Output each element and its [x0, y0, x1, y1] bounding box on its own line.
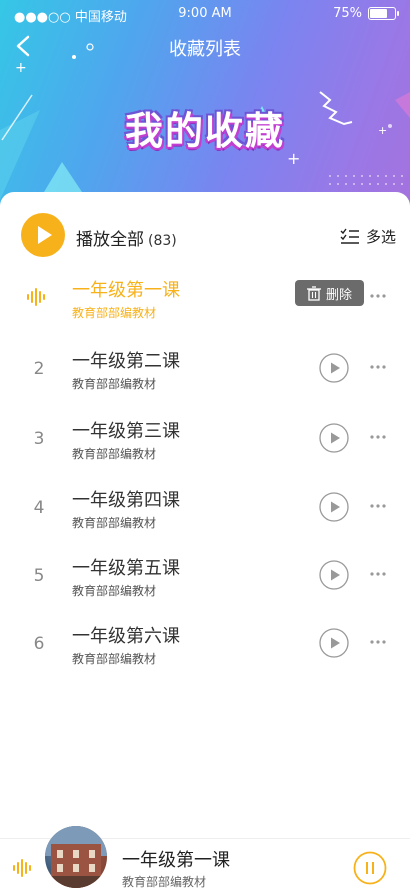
track-subtitle: 教育部部编教材 [72, 584, 157, 598]
delete-button[interactable]: 删除 [295, 280, 364, 306]
battery-percent: 75% [333, 6, 362, 21]
more-icon[interactable] [368, 564, 388, 584]
track-subtitle: 教育部部编教材 [72, 516, 157, 530]
track-number: 5 [33, 566, 45, 586]
banner-title: 我的收藏 [124, 109, 285, 153]
more-icon[interactable] [368, 632, 388, 652]
multi-select-label: 多选 [365, 228, 396, 246]
track-row[interactable]: 一年级第一课 教育部部编教材 删除 [0, 268, 410, 334]
header-banner: + + + ●●●○○ 中国移动 9:00 AM 75% 收藏列表 我的收藏 [0, 0, 410, 210]
track-subtitle: 教育部部编教材 [72, 306, 157, 320]
play-circle-icon[interactable] [319, 423, 349, 453]
track-number: 2 [33, 359, 45, 379]
track-title: 一年级第四课 [72, 490, 180, 511]
track-row[interactable]: 6 一年级第六课 教育部部编教材 [0, 614, 410, 680]
track-number: 3 [33, 429, 45, 449]
play-circle-icon[interactable] [319, 560, 349, 590]
svg-text:+: + [15, 60, 27, 76]
status-bar: ●●●○○ 中国移动 9:00 AM 75% [0, 6, 410, 25]
play-circle-icon[interactable] [319, 353, 349, 383]
track-row[interactable]: 5 一年级第五课 教育部部编教材 [0, 546, 410, 612]
play-all-label[interactable]: 播放全部 (83) [76, 225, 177, 250]
checklist-icon [340, 228, 359, 244]
track-title: 一年级第三课 [72, 421, 180, 442]
more-icon[interactable] [368, 427, 388, 447]
pause-icon[interactable] [353, 851, 387, 885]
multi-select-button[interactable]: 多选 [340, 226, 396, 247]
battery-icon [368, 7, 399, 20]
equalizer-icon [13, 859, 31, 877]
building-photo [45, 826, 107, 888]
play-all-text: 播放全部 [76, 230, 144, 250]
delete-label: 删除 [325, 287, 352, 303]
track-number: 4 [33, 498, 45, 518]
more-icon[interactable] [368, 496, 388, 516]
play-circle-icon[interactable] [319, 492, 349, 522]
track-title: 一年级第一课 [72, 280, 180, 301]
track-number: 6 [33, 634, 45, 654]
more-icon[interactable] [368, 357, 388, 377]
track-row[interactable]: 4 一年级第四课 教育部部编教材 [0, 478, 410, 544]
track-count: (83) [148, 233, 177, 249]
play-icon [38, 226, 52, 244]
battery-group: 75% [333, 6, 399, 21]
album-cover-image[interactable] [45, 826, 107, 888]
track-title: 一年级第二课 [72, 351, 180, 372]
track-title: 一年级第五课 [72, 558, 180, 579]
trash-icon [306, 285, 321, 301]
track-subtitle: 教育部部编教材 [72, 377, 157, 391]
play-all-button[interactable] [21, 213, 65, 257]
track-row[interactable]: 2 一年级第二课 教育部部编教材 [0, 339, 410, 405]
battery-level [370, 9, 387, 18]
track-title: 一年级第六课 [72, 626, 180, 647]
player-track-subtitle: 教育部部编教材 [122, 875, 207, 889]
play-circle-icon[interactable] [319, 628, 349, 658]
page-title: 收藏列表 [169, 39, 241, 60]
track-row[interactable]: 3 一年级第三课 教育部部编教材 [0, 409, 410, 475]
equalizer-icon [27, 288, 45, 306]
track-subtitle: 教育部部编教材 [72, 447, 157, 461]
more-icon[interactable] [368, 286, 388, 306]
player-track-title: 一年级第一课 [122, 850, 230, 871]
track-subtitle: 教育部部编教材 [72, 652, 157, 666]
